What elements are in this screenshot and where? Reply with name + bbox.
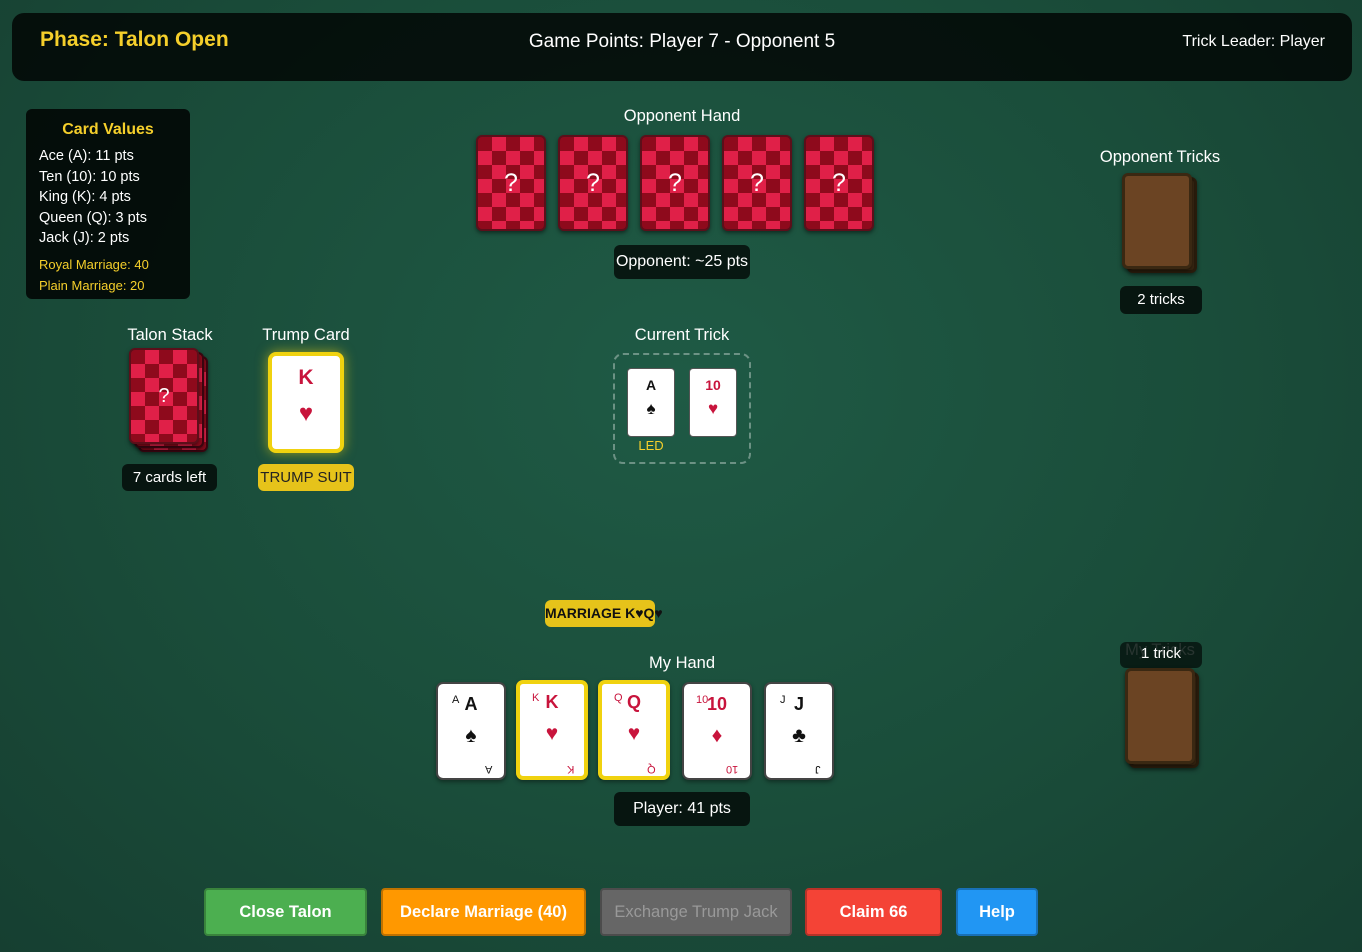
status-bar: Phase: Talon Open Game Points: Player 7 … bbox=[12, 13, 1352, 81]
plain-marriage-value: Plain Marriage: 20 bbox=[39, 277, 145, 293]
trump-rank: K bbox=[298, 366, 314, 389]
my-trick-pile[interactable] bbox=[1125, 668, 1195, 764]
trump-card[interactable]: K ♥ bbox=[268, 352, 344, 453]
opponent-card: ? bbox=[804, 135, 874, 231]
current-trick-label: Current Trick bbox=[634, 326, 730, 344]
card-values-panel: Card Values Ace (A): 11 pts Ten (10): 10… bbox=[26, 109, 190, 299]
spade-icon: ♠ bbox=[646, 399, 656, 418]
royal-marriage-value: Royal Marriage: 40 bbox=[39, 256, 149, 272]
spade-icon: ♠ bbox=[465, 724, 477, 747]
opponent-card: ? bbox=[476, 135, 546, 231]
hand-card-queen-hearts[interactable]: Q Q ♥ Q bbox=[598, 680, 670, 780]
exchange-trump-jack-button[interactable]: Exchange Trump Jack bbox=[600, 888, 792, 936]
hand-card-ten-diamonds[interactable]: 10 10 ♦ 10 bbox=[682, 682, 752, 780]
trump-suit-badge: TRUMP SUIT bbox=[258, 464, 354, 491]
close-talon-button[interactable]: Close Talon bbox=[204, 888, 367, 936]
marriage-badge: MARRIAGE K♥Q♥ bbox=[545, 600, 663, 627]
game-points: Game Points: Player 7 - Opponent 5 bbox=[528, 31, 836, 52]
trick-card-response: 10 ♥ bbox=[689, 368, 737, 437]
hand-card-king-hearts[interactable]: K K ♥ K bbox=[516, 680, 588, 780]
heart-icon: ♥ bbox=[627, 722, 641, 745]
my-hand-label: My Hand bbox=[648, 654, 716, 672]
help-button[interactable]: Help bbox=[956, 888, 1038, 936]
value-jack: Jack (J): 2 pts bbox=[39, 230, 130, 246]
value-king: King (K): 4 pts bbox=[39, 189, 131, 205]
opponent-score: Opponent: ~25 pts bbox=[614, 245, 750, 279]
my-tricks-count: 1 trick bbox=[1120, 642, 1202, 668]
trick-card-led: A ♠ bbox=[627, 368, 675, 437]
opponent-tricks-count: 2 tricks bbox=[1120, 286, 1202, 314]
value-ten: Ten (10): 10 pts bbox=[39, 168, 140, 185]
claim-66-button[interactable]: Claim 66 bbox=[805, 888, 942, 936]
hand-card-jack-clubs[interactable]: J J ♣ J bbox=[764, 682, 834, 780]
value-ace: Ace (A): 11 pts bbox=[39, 148, 134, 164]
diamond-icon: ♦ bbox=[711, 724, 723, 747]
value-queen: Queen (Q): 3 pts bbox=[39, 209, 147, 226]
trump-card-label: Trump Card bbox=[262, 326, 350, 344]
talon-label: Talon Stack bbox=[127, 326, 213, 344]
opponent-card: ? bbox=[722, 135, 792, 231]
heart-icon: ♥ bbox=[298, 400, 314, 427]
opponent-card: ? bbox=[640, 135, 710, 231]
opponent-trick-pile[interactable] bbox=[1122, 173, 1192, 269]
card-values-title: Card Values bbox=[62, 121, 154, 138]
club-icon: ♣ bbox=[792, 724, 806, 747]
player-score: Player: 41 pts bbox=[614, 792, 750, 826]
talon-stack[interactable]: ? bbox=[129, 348, 199, 444]
opponent-hand-label: Opponent Hand bbox=[623, 107, 741, 125]
led-tag: LED bbox=[638, 438, 664, 453]
declare-marriage-button[interactable]: Declare Marriage (40) bbox=[381, 888, 586, 936]
heart-icon: ♥ bbox=[545, 722, 559, 745]
heart-icon: ♥ bbox=[707, 399, 719, 418]
opponent-card: ? bbox=[558, 135, 628, 231]
talon-count: 7 cards left bbox=[122, 464, 217, 491]
hand-card-ace-spades[interactable]: A A ♠ A bbox=[436, 682, 506, 780]
opponent-tricks-label: Opponent Tricks bbox=[1099, 148, 1221, 166]
trick-leader: Trick Leader: Player bbox=[1182, 33, 1325, 50]
